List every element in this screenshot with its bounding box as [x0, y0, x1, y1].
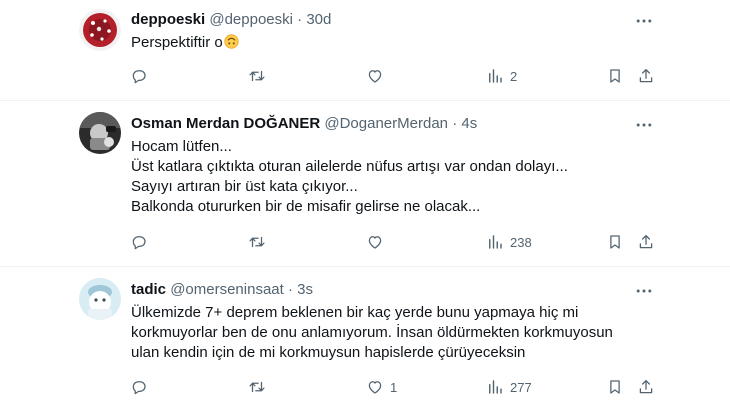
share-icon — [639, 234, 653, 249]
tweet-text-line: Üst katlara çıktıkta oturan ailelerde nü… — [131, 158, 568, 175]
tweet-header: tadic @omerseninsaat · 3s — [131, 280, 313, 300]
author-name[interactable]: Osman Merdan DOĞANER — [131, 115, 320, 132]
more-icon[interactable] — [634, 11, 654, 31]
retweet-icon — [249, 236, 265, 248]
author-name[interactable]: tadic — [131, 281, 166, 298]
like-icon — [368, 70, 382, 83]
retweet-button[interactable] — [248, 376, 272, 398]
tweet-text-line: Hocam lütfen... — [131, 138, 232, 155]
view-count: 277 — [510, 379, 532, 395]
bookmark-button[interactable] — [606, 376, 624, 398]
reply-icon — [132, 236, 146, 250]
like-icon — [368, 381, 382, 394]
tweet-text: Hocam lütfen... Üst katlara çıktıkta otu… — [131, 137, 691, 217]
author-handle[interactable]: @deppoeski — [209, 11, 293, 28]
share-icon — [639, 379, 653, 394]
author-name[interactable]: deppoeski — [131, 11, 205, 28]
separator: · — [287, 281, 293, 298]
retweet-icon — [249, 381, 265, 393]
reply-icon — [132, 70, 146, 84]
views-icon — [489, 235, 502, 249]
bookmark-button[interactable] — [606, 231, 624, 253]
tweet-1[interactable]: deppoeski @deppoeski · 30d Perspektiftir… — [0, 0, 730, 100]
tweet-header: deppoeski @deppoeski · 30d — [131, 10, 331, 30]
views-icon — [489, 69, 502, 83]
tweet-text-line: Ülkemizde 7+ deprem beklenen bir kaç yer… — [131, 304, 579, 321]
reply-button[interactable] — [130, 231, 154, 253]
timestamp[interactable]: 3s — [297, 281, 313, 298]
share-button[interactable] — [637, 231, 655, 253]
like-button[interactable] — [366, 231, 390, 253]
tweet-text-line: Balkonda otururken bir de misafir gelirs… — [131, 198, 481, 215]
retweet-button[interactable] — [248, 65, 272, 87]
author-handle[interactable]: @omerseninsaat — [170, 281, 284, 298]
avatar[interactable] — [79, 112, 121, 154]
tweet-header: Osman Merdan DOĞANER @DoganerMerdan · 4s — [131, 114, 477, 134]
tweet-actions: 2 — [0, 65, 730, 87]
views-button[interactable]: 238 — [486, 231, 532, 253]
author-handle[interactable]: @DoganerMerdan — [324, 115, 448, 132]
reply-button[interactable] — [130, 65, 154, 87]
tweet-actions: 1 277 — [0, 376, 730, 398]
views-icon — [489, 380, 502, 394]
like-icon — [368, 236, 382, 249]
bookmark-button[interactable] — [606, 65, 624, 87]
like-button[interactable] — [366, 65, 390, 87]
like-button[interactable]: 1 — [366, 376, 397, 398]
tweet-text-line: korkmuyorlar ben de onu anlamıyorum. İns… — [131, 324, 613, 341]
share-button[interactable] — [637, 65, 655, 87]
timestamp[interactable]: 4s — [461, 115, 477, 132]
reply-icon — [132, 381, 146, 395]
tweet-2[interactable]: Osman Merdan DOĞANER @DoganerMerdan · 4s… — [0, 101, 730, 267]
tweet-text: Ülkemizde 7+ deprem beklenen bir kaç yer… — [131, 303, 691, 363]
view-count: 2 — [510, 68, 518, 84]
tweet-text-line: Perspektiftir o — [131, 34, 223, 51]
tweet-text-line: Sayıyı artıran bir üst kata çıkıyor... — [131, 178, 358, 195]
retweet-button[interactable] — [248, 231, 272, 253]
tweet-actions: 238 — [0, 231, 730, 253]
reply-button[interactable] — [130, 376, 154, 398]
bookmark-icon — [610, 69, 620, 83]
view-count: 238 — [510, 234, 532, 250]
share-icon — [639, 68, 653, 83]
separator: · — [297, 11, 303, 28]
more-icon[interactable] — [634, 115, 654, 135]
more-icon[interactable] — [634, 281, 654, 301]
views-button[interactable]: 277 — [486, 376, 532, 398]
tweet-text: Perspektiftir o — [131, 33, 691, 53]
timestamp[interactable]: 30d — [306, 11, 331, 28]
tweet-text-line: ulan kendin için de mi korkmuysun hapisl… — [131, 344, 526, 361]
like-count: 1 — [390, 379, 398, 395]
separator: · — [452, 115, 458, 132]
tweet-3[interactable]: tadic @omerseninsaat · 3s Ülkemizde 7+ d… — [0, 267, 730, 420]
avatar[interactable] — [79, 278, 121, 320]
bookmark-icon — [610, 235, 620, 249]
avatar[interactable] — [79, 9, 121, 51]
bookmark-icon — [610, 380, 620, 394]
views-button[interactable]: 2 — [486, 65, 517, 87]
retweet-icon — [249, 70, 265, 82]
upside-down-face-emoji — [224, 34, 239, 49]
share-button[interactable] — [637, 376, 655, 398]
